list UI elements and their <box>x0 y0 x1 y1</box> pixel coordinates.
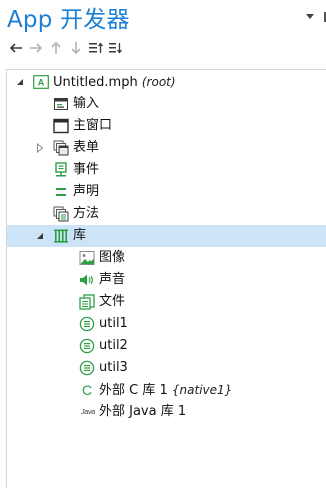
external-java-library-icon: Java <box>79 404 97 420</box>
tree-node-files[interactable]: 文件 <box>7 291 326 313</box>
main-window-icon <box>53 118 69 134</box>
tree-node-external-java-library[interactable]: Java 外部 Java 库 1 <box>7 401 326 423</box>
tree-node-label: 声音 <box>99 272 126 287</box>
tree-node-root[interactable]: A Untitled.mph (root) <box>7 71 326 93</box>
tree-node-util2[interactable]: util2 <box>7 335 326 357</box>
java-icon-text: Java <box>81 408 95 416</box>
tree-node-methods[interactable]: 方法 <box>7 203 326 225</box>
tree-view[interactable]: A Untitled.mph (root) 输入 主窗口 表单 事件 声明 方法… <box>6 69 326 488</box>
tree-node-declarations[interactable]: 声明 <box>7 181 326 203</box>
move-down-button[interactable] <box>66 38 86 58</box>
show-more-options-icon <box>109 43 123 54</box>
utility-class-icon <box>79 338 95 354</box>
panel-title: App 开发器 <box>7 7 130 33</box>
app-root-icon: A <box>33 74 49 90</box>
events-icon <box>53 162 69 178</box>
tree-node-label: 外部 C 库 1 {native1} <box>99 379 232 402</box>
files-icon <box>79 294 95 310</box>
panel-menu-icon[interactable] <box>306 14 314 19</box>
arrow-left-icon <box>9 43 22 53</box>
utility-class-icon <box>79 360 95 376</box>
forward-button[interactable] <box>26 38 46 58</box>
root-tag: (root) <box>141 74 176 89</box>
methods-icon <box>53 206 69 222</box>
svg-text:A: A <box>38 78 45 88</box>
tree-node-label: util3 <box>99 360 128 375</box>
show-more-options-button[interactable] <box>106 38 126 58</box>
navigation-toolbar <box>6 38 126 58</box>
tree-node-label: 方法 <box>73 206 100 221</box>
tree-node-main-window[interactable]: 主窗口 <box>7 115 326 137</box>
tree-node-label: 主窗口 <box>73 118 113 133</box>
tree-node-libraries[interactable]: 库 <box>7 225 326 247</box>
tree-node-label: 文件 <box>99 294 126 309</box>
tree-node-events[interactable]: 事件 <box>7 159 326 181</box>
application-builder-panel: App 开发器 A Untitled.mph (root) 输入 主窗口 表单 … <box>0 0 326 488</box>
tree-node-label: 输入 <box>73 96 100 111</box>
move-up-button[interactable] <box>46 38 66 58</box>
tree-node-label: 声明 <box>73 184 100 199</box>
external-c-library-icon: C <box>79 382 95 398</box>
expanded-toggle-icon[interactable] <box>15 77 25 87</box>
forms-icon <box>53 140 69 156</box>
tree-node-label: util1 <box>99 316 128 331</box>
svg-text:C: C <box>82 382 92 398</box>
tree-node-external-c-library[interactable]: C 外部 C 库 1 {native1} <box>7 379 326 401</box>
tree-node-label: 事件 <box>73 162 100 177</box>
input-icon <box>53 96 69 112</box>
external-c-library-name: 外部 C 库 1 <box>99 382 168 398</box>
sounds-icon <box>79 272 95 288</box>
tree-node-util3[interactable]: util3 <box>7 357 326 379</box>
expand-sections-icon <box>89 42 104 53</box>
arrow-right-icon <box>30 43 43 53</box>
tree-node-input[interactable]: 输入 <box>7 93 326 115</box>
external-c-library-tag: {native1} <box>171 382 233 397</box>
libraries-icon <box>53 228 69 244</box>
utility-class-icon <box>79 316 95 332</box>
collapsed-toggle-icon[interactable] <box>35 143 45 153</box>
root-file-name: Untitled.mph <box>53 74 138 90</box>
tree-node-label: 库 <box>73 228 87 243</box>
tree-node-label: 图像 <box>99 250 126 265</box>
tree-node-forms[interactable]: 表单 <box>7 137 326 159</box>
tree-node-sounds[interactable]: 声音 <box>7 269 326 291</box>
tree-node-images[interactable]: 图像 <box>7 247 326 269</box>
arrow-down-icon <box>71 42 81 55</box>
arrow-up-icon <box>51 41 61 54</box>
tree-node-util1[interactable]: util1 <box>7 313 326 335</box>
tree-node-label: util2 <box>99 338 128 353</box>
tree-node-label: 表单 <box>73 140 100 155</box>
expanded-toggle-icon[interactable] <box>35 231 45 241</box>
images-icon <box>79 250 95 266</box>
back-button[interactable] <box>6 38 26 58</box>
tree-node-label: 外部 Java 库 1 <box>99 404 187 419</box>
tree-node-label: Untitled.mph (root) <box>53 71 176 94</box>
panel-header: App 开发器 <box>0 0 326 64</box>
expand-sections-button[interactable] <box>86 38 106 58</box>
declarations-icon <box>53 184 69 200</box>
